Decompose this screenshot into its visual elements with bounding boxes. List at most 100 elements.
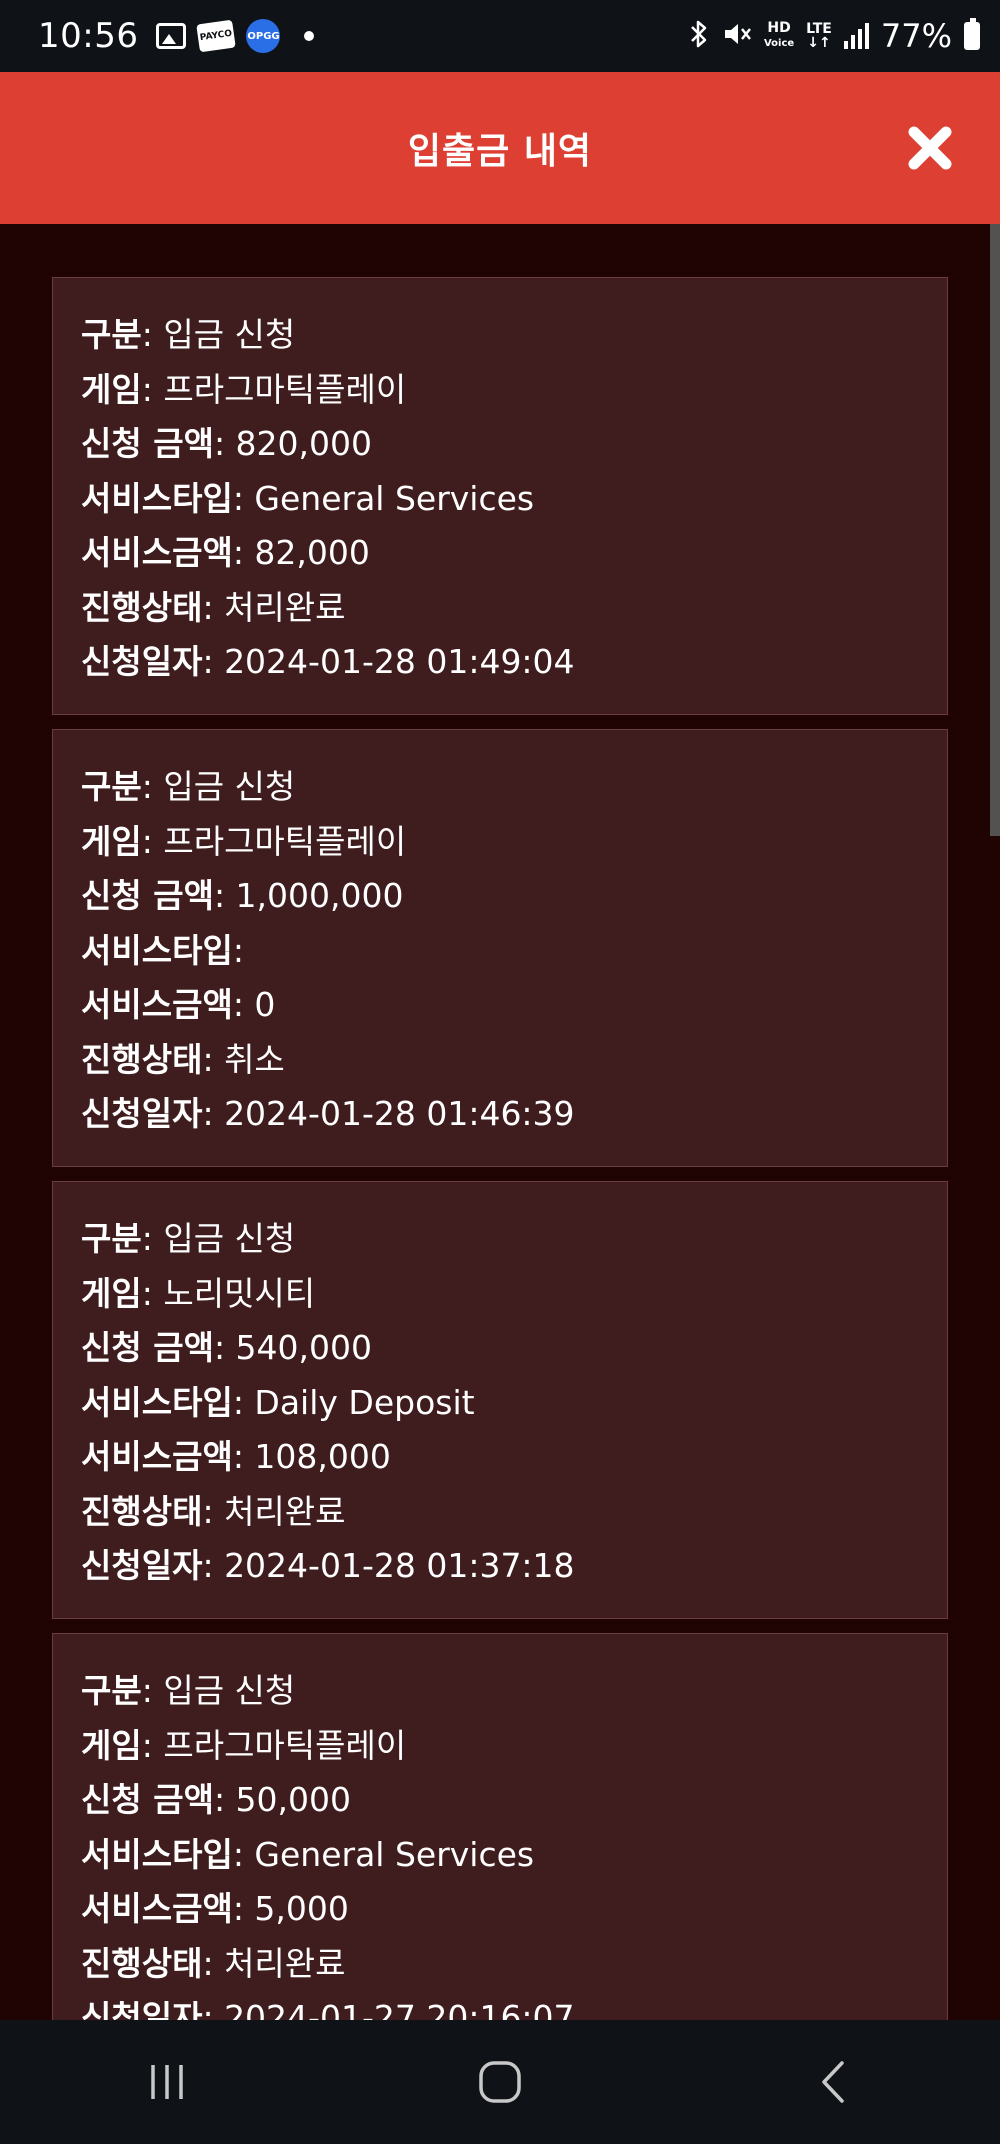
type-label: 구분 xyxy=(81,315,142,354)
service-type-value: Daily Deposit xyxy=(254,1382,475,1422)
amount-label: 신청 금액 xyxy=(81,1328,214,1367)
separator: : xyxy=(213,1780,236,1819)
service-type-label: 서비스타입 xyxy=(81,478,233,518)
date-label: 신청일자 xyxy=(81,642,203,681)
service-type-label: 서비스타입 xyxy=(81,930,233,970)
battery-percent: 77% xyxy=(880,17,952,55)
date-label: 신청일자 xyxy=(81,1546,203,1585)
game-label: 게임 xyxy=(81,1725,142,1765)
payco-notification-icon: PAYCO xyxy=(196,19,237,53)
service-amount-row: 서비스금액: 5,000 xyxy=(81,1882,947,1937)
close-button[interactable] xyxy=(900,118,960,178)
amount-row: 신청 금액: 820,000 xyxy=(81,417,947,472)
bluetooth-icon xyxy=(688,19,710,53)
gallery-notification-icon xyxy=(156,23,187,49)
separator: : xyxy=(141,369,164,409)
amount-row: 신청 금액: 1,000,000 xyxy=(81,869,947,924)
status-row: 진행상태: 처리완료 xyxy=(81,1937,947,1992)
separator: : xyxy=(141,1725,164,1765)
separator: : xyxy=(141,767,164,806)
separator: : xyxy=(202,587,225,627)
history-list: 구분: 입금 신청 게임: 프라그마틱플레이 신청 금액: 820,000 서비… xyxy=(52,277,948,2085)
separator: : xyxy=(232,930,244,970)
page-title: 입출금 내역 xyxy=(407,131,593,172)
more-notifications-dot-icon xyxy=(304,31,315,41)
opgg-notification-icon: OP GG xyxy=(246,19,281,53)
separator: : xyxy=(202,1546,225,1585)
separator: : xyxy=(202,1094,225,1133)
service-amount-row: 서비스금액: 82,000 xyxy=(81,526,947,581)
service-amount-value: 0 xyxy=(254,985,276,1024)
type-label: 구분 xyxy=(81,1671,142,1710)
separator: : xyxy=(232,1437,255,1476)
mute-icon xyxy=(722,20,752,52)
amount-value: 1,000,000 xyxy=(235,876,404,915)
separator: : xyxy=(232,533,255,572)
status-value: 취소 xyxy=(224,1039,285,1079)
system-nav-bar xyxy=(0,2020,1000,2144)
date-row: 신청일자: 2024-01-28 01:49:04 xyxy=(81,635,947,690)
separator: : xyxy=(213,1328,236,1367)
separator: : xyxy=(232,1889,255,1928)
status-value: 처리완료 xyxy=(224,1943,346,1983)
home-button[interactable] xyxy=(440,2032,560,2132)
service-type-row: 서비스타입: xyxy=(81,924,947,979)
type-value: 입금 신청 xyxy=(163,767,296,806)
game-row: 게임: 프라그마틱플레이 xyxy=(81,1719,947,1774)
separator: : xyxy=(213,424,236,463)
service-type-row: 서비스타입: General Services xyxy=(81,1828,947,1883)
service-amount-label: 서비스금액 xyxy=(81,533,233,572)
game-row: 게임: 노리밋시티 xyxy=(81,1267,947,1322)
separator: : xyxy=(141,315,164,354)
service-amount-value: 5,000 xyxy=(254,1889,349,1928)
history-card: 구분: 입금 신청 게임: 프라그마틱플레이 신청 금액: 50,000 서비스… xyxy=(52,1633,948,2071)
separator: : xyxy=(232,1382,255,1422)
type-value: 입금 신청 xyxy=(163,1219,296,1258)
amount-label: 신청 금액 xyxy=(81,424,214,463)
separator: : xyxy=(202,1039,225,1079)
recent-apps-button[interactable] xyxy=(107,2032,227,2132)
hd-label: HD xyxy=(767,20,791,36)
scrollbar[interactable] xyxy=(990,224,1000,836)
status-time: 10:56 xyxy=(38,16,139,56)
date-label: 신청일자 xyxy=(81,1094,203,1133)
separator: : xyxy=(232,1834,255,1874)
service-type-row: 서비스타입: Daily Deposit xyxy=(81,1376,947,1431)
type-row: 구분: 입금 신청 xyxy=(81,1664,947,1719)
status-row: 진행상태: 처리완료 xyxy=(81,1485,947,1540)
lte-icon: LTE ↓↑ xyxy=(806,22,832,50)
service-amount-row: 서비스금액: 0 xyxy=(81,978,947,1033)
separator: : xyxy=(213,876,236,915)
status-value: 처리완료 xyxy=(224,1491,346,1531)
separator: : xyxy=(141,1219,164,1258)
recent-apps-icon xyxy=(150,2065,183,2099)
type-row: 구분: 입금 신청 xyxy=(81,760,947,815)
type-row: 구분: 입금 신청 xyxy=(81,308,947,363)
back-button[interactable] xyxy=(773,2032,893,2132)
status-label: 진행상태 xyxy=(81,1943,203,1983)
battery-icon xyxy=(964,18,980,50)
status-row: 진행상태: 처리완료 xyxy=(81,581,947,636)
type-label: 구분 xyxy=(81,767,142,806)
hd-voice-icon: HD Voice xyxy=(764,21,794,51)
amount-row: 신청 금액: 50,000 xyxy=(81,1773,947,1828)
history-card: 구분: 입금 신청 게임: 프라그마틱플레이 신청 금액: 1,000,000 … xyxy=(52,729,948,1167)
date-row: 신청일자: 2024-01-28 01:37:18 xyxy=(81,1539,947,1594)
game-value: 프라그마틱플레이 xyxy=(163,821,407,861)
amount-label: 신청 금액 xyxy=(81,1780,214,1819)
type-value: 입금 신청 xyxy=(163,315,296,354)
signal-strength-icon xyxy=(843,23,869,49)
history-card: 구분: 입금 신청 게임: 프라그마틱플레이 신청 금액: 820,000 서비… xyxy=(52,277,948,715)
game-label: 게임 xyxy=(81,821,142,861)
service-type-value: General Services xyxy=(254,1834,535,1874)
history-card: 구분: 입금 신청 게임: 노리밋시티 신청 금액: 540,000 서비스타입… xyxy=(52,1181,948,1619)
home-icon xyxy=(479,2061,521,2103)
game-row: 게임: 프라그마틱플레이 xyxy=(81,363,947,418)
service-type-label: 서비스타입 xyxy=(81,1382,233,1422)
service-amount-row: 서비스금액: 108,000 xyxy=(81,1430,947,1485)
page-header: 입출금 내역 xyxy=(0,72,1000,224)
amount-value: 540,000 xyxy=(235,1328,373,1367)
service-amount-value: 82,000 xyxy=(254,533,370,572)
separator: : xyxy=(232,478,255,518)
game-value: 프라그마틱플레이 xyxy=(163,369,407,409)
